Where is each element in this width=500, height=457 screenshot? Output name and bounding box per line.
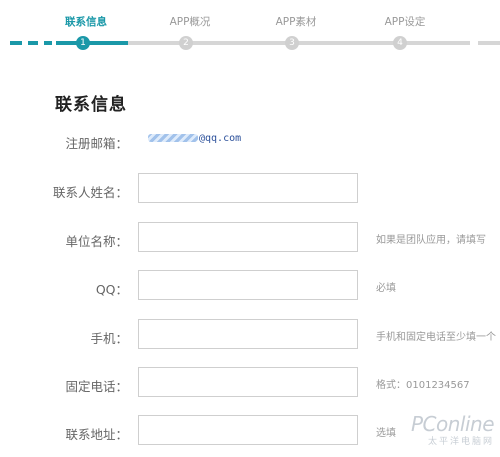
step-3-label[interactable]: APP素材 bbox=[276, 14, 317, 29]
mobile-label: 手机： bbox=[90, 331, 128, 346]
qq-label: QQ： bbox=[95, 282, 128, 297]
step-3-node[interactable]: 3 bbox=[285, 36, 299, 50]
qq-hint: 必填 bbox=[376, 283, 396, 294]
step-1-label[interactable]: 联系信息 bbox=[65, 14, 107, 29]
step-4-node[interactable]: 4 bbox=[393, 36, 407, 50]
email-label: 注册邮箱： bbox=[65, 136, 128, 151]
watermark-sub: 太平洋电脑网 bbox=[427, 437, 494, 447]
email-value: @qq.com bbox=[148, 133, 241, 144]
address-hint: 选填 bbox=[376, 428, 396, 439]
email-domain: @qq.com bbox=[199, 133, 242, 144]
field-row-contact-name: 联系人姓名： bbox=[0, 173, 500, 207]
stepper-dash bbox=[44, 41, 52, 45]
landline-input[interactable] bbox=[138, 367, 358, 397]
stepper-track-active bbox=[56, 41, 128, 45]
field-row-landline: 固定电话： 格式：0101234567 bbox=[0, 367, 500, 401]
stepper-dash bbox=[28, 41, 38, 45]
qq-input[interactable] bbox=[138, 270, 358, 300]
contact-name-label: 联系人姓名： bbox=[52, 185, 128, 200]
mobile-hint: 手机和固定电话至少填一个 bbox=[376, 332, 496, 343]
stepper-dash bbox=[10, 41, 22, 45]
contact-name-input[interactable] bbox=[138, 173, 358, 203]
field-row-qq: QQ： 必填 bbox=[0, 270, 500, 304]
address-label: 联系地址： bbox=[65, 427, 128, 442]
field-row-mobile: 手机： 手机和固定电话至少填一个 bbox=[0, 319, 500, 353]
progress-stepper: 联系信息 APP概况 APP素材 APP设定 1 2 3 4 bbox=[0, 0, 500, 60]
step-1-node[interactable]: 1 bbox=[76, 36, 90, 50]
landline-hint: 格式：0101234567 bbox=[376, 380, 470, 391]
stepper-track-end bbox=[478, 41, 500, 45]
section-title: 联系信息 bbox=[55, 95, 127, 115]
email-row: 注册邮箱： @qq.com bbox=[0, 131, 500, 165]
email-redaction bbox=[148, 134, 198, 142]
organization-input[interactable] bbox=[138, 222, 358, 252]
organization-label: 单位名称： bbox=[65, 234, 128, 249]
watermark-logo: PConline 太平洋电脑网 bbox=[410, 412, 495, 447]
watermark-main: PConline bbox=[410, 412, 495, 436]
step-2-node[interactable]: 2 bbox=[179, 36, 193, 50]
address-input[interactable] bbox=[138, 415, 358, 445]
organization-hint: 如果是团队应用，请填写 bbox=[376, 235, 486, 246]
mobile-input[interactable] bbox=[138, 319, 358, 349]
landline-label: 固定电话： bbox=[65, 379, 128, 394]
step-2-label[interactable]: APP概况 bbox=[170, 14, 211, 29]
field-row-organization: 单位名称： 如果是团队应用，请填写 bbox=[0, 222, 500, 256]
step-4-label[interactable]: APP设定 bbox=[385, 14, 426, 29]
